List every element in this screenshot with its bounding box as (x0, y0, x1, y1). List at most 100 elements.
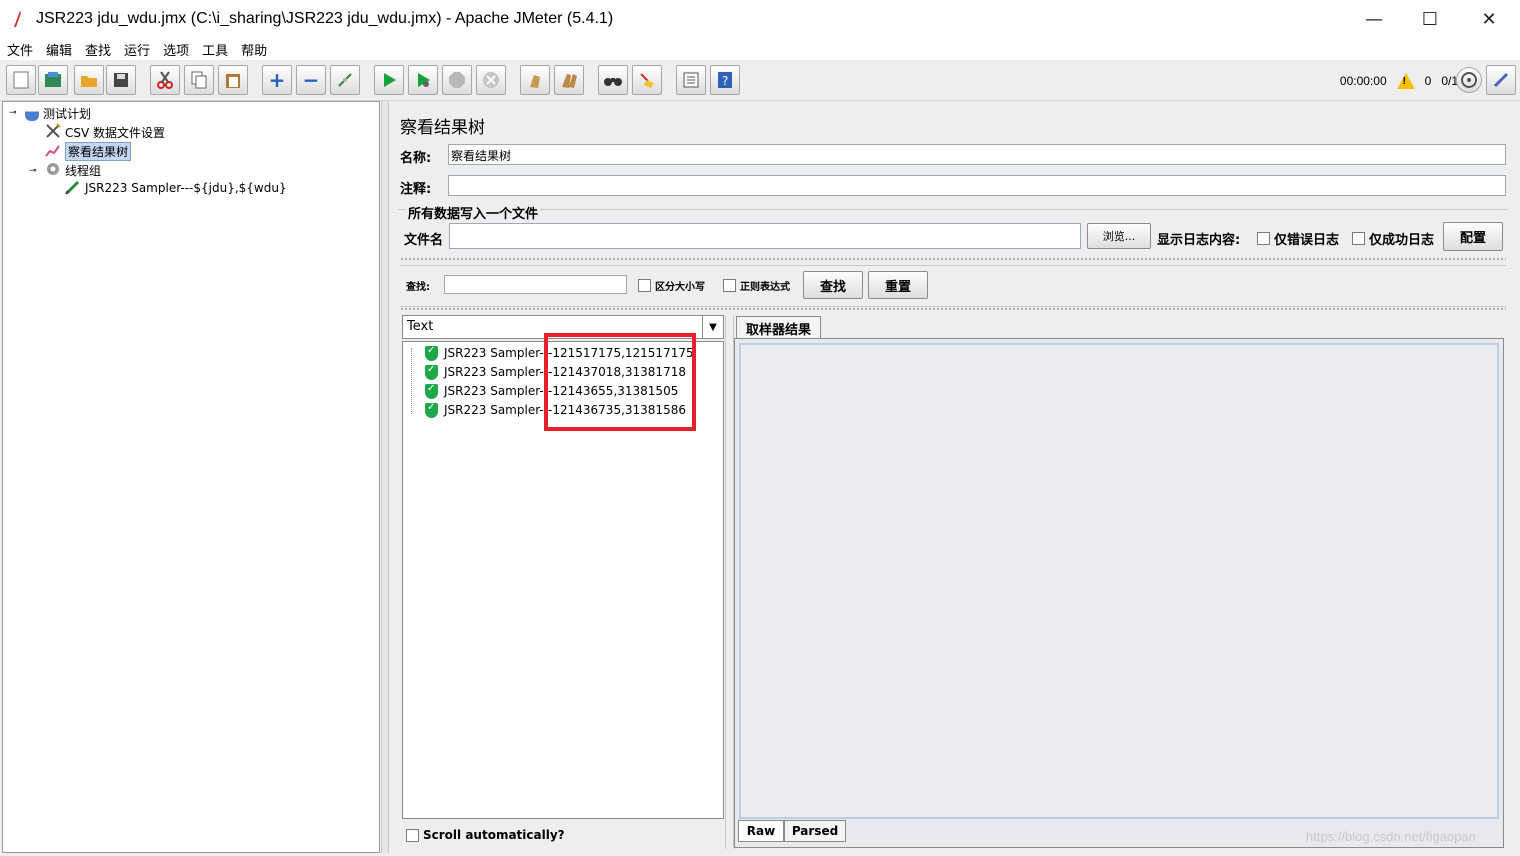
run-status: 00:00:00 ! 0 0/1 (1340, 73, 1458, 89)
tree-item-csv-data-set[interactable]: CSV 数据文件设置 (45, 122, 166, 142)
function-helper-icon[interactable] (676, 65, 706, 95)
chevron-down-icon[interactable]: ▼ (702, 316, 723, 338)
annotation-highlight-box (544, 333, 696, 431)
clear-icon[interactable] (520, 65, 550, 95)
paste-icon[interactable] (218, 65, 248, 95)
svg-text:?: ? (722, 74, 728, 88)
success-only-checkbox[interactable]: 仅成功日志 (1352, 229, 1434, 248)
warning-count: 0 (1424, 74, 1432, 88)
pen-icon (65, 179, 81, 198)
regex-checkbox[interactable]: 正则表达式 (723, 278, 790, 293)
tree-item-label: CSV 数据文件设置 (65, 125, 166, 140)
browse-button[interactable]: 浏览... (1087, 223, 1151, 249)
configure-button[interactable]: 配置 (1443, 222, 1503, 251)
warning-icon[interactable]: ! (1396, 73, 1415, 89)
checkbox-label: 区分大小写 (655, 282, 705, 293)
success-shield-icon (425, 345, 438, 361)
menu-bar: 文件 编辑 查找 运行 选项 工具 帮助 (0, 38, 1520, 60)
open-icon[interactable] (74, 65, 104, 95)
errors-only-checkbox[interactable]: 仅错误日志 (1257, 229, 1339, 248)
checkbox-label: 仅成功日志 (1369, 233, 1435, 248)
gear-icon (45, 161, 61, 180)
tree-item-view-results-tree[interactable]: 察看结果树 (45, 141, 132, 161)
shutdown-icon[interactable] (476, 65, 506, 95)
checkbox-box[interactable] (406, 828, 419, 842)
checkbox-box[interactable] (1352, 232, 1365, 245)
renderer-select-value: Text (407, 319, 434, 334)
filename-field[interactable] (449, 223, 1081, 249)
menu-tools[interactable]: 工具 (195, 40, 234, 59)
tools-icon (45, 122, 61, 142)
log-viewer-icon[interactable] (1486, 65, 1516, 95)
success-shield-icon (425, 402, 438, 418)
watermark: https://blog.csdn.net/figaopan (1306, 829, 1476, 844)
tree-expander-icon[interactable]: ⊸ (29, 166, 37, 176)
search-input[interactable] (444, 275, 627, 294)
templates-icon[interactable] (38, 65, 68, 95)
clear-all-icon[interactable] (554, 65, 584, 95)
tree-item-label: 线程组 (65, 163, 102, 178)
menu-search[interactable]: 查找 (78, 40, 117, 59)
view-results-tree-panel: 察看结果树 名称: 察看结果树 注释: 所有数据写入一个文件 文件名 浏览...… (390, 101, 1520, 853)
checkbox-box[interactable] (723, 279, 736, 292)
name-label: 名称: (400, 151, 432, 166)
name-field[interactable]: 察看结果树 (448, 144, 1506, 165)
chart-icon (45, 142, 61, 161)
checkbox-label: 正则表达式 (740, 282, 790, 293)
flask-icon (25, 105, 39, 121)
reset-button[interactable]: 重置 (868, 271, 928, 299)
results-splitter[interactable] (725, 315, 734, 849)
search-binoculars-icon[interactable] (598, 65, 628, 95)
elapsed-time: 00:00:00 (1339, 74, 1387, 88)
help-icon[interactable]: ? (710, 65, 740, 95)
comment-label: 注释: (400, 182, 432, 197)
minimize-button[interactable]: — (1345, 0, 1403, 38)
checkbox-box[interactable] (1257, 232, 1270, 245)
toggle-icon[interactable] (330, 65, 360, 95)
menu-options[interactable]: 选项 (156, 40, 195, 59)
cut-icon[interactable] (150, 65, 180, 95)
panel-splitter[interactable] (381, 101, 389, 853)
result-detail-content (739, 343, 1499, 819)
remote-status-icon[interactable] (1456, 67, 1482, 93)
new-icon[interactable] (6, 65, 36, 95)
collapse-divider[interactable] (400, 307, 1506, 311)
reset-search-icon[interactable] (632, 65, 662, 95)
tree-guide (411, 348, 413, 414)
close-button[interactable]: ✕ (1460, 0, 1518, 38)
collapse-divider[interactable] (400, 257, 1506, 261)
window-title: JSR223 jdu_wdu.jmx (C:\i_sharing\JSR223 … (36, 10, 614, 27)
tab-raw[interactable]: Raw (738, 820, 784, 842)
start-icon[interactable] (374, 65, 404, 95)
menu-run[interactable]: 运行 (117, 40, 156, 59)
checkbox-label: 仅错误日志 (1274, 233, 1340, 248)
file-section-title: 所有数据写入一个文件 (406, 203, 541, 222)
search-button[interactable]: 查找 (803, 271, 863, 299)
collapse-all-icon[interactable]: − (296, 65, 326, 95)
filename-label: 文件名 (404, 233, 444, 248)
search-label: 查找: (406, 282, 430, 293)
tab-parsed[interactable]: Parsed (784, 820, 846, 842)
scroll-automatically-checkbox[interactable]: Scroll automatically? (406, 828, 565, 842)
stop-icon[interactable] (442, 65, 472, 95)
checkbox-label: Scroll automatically? (423, 828, 565, 842)
tree-item-test-plan[interactable]: 测试计划 (25, 104, 91, 122)
tree-expander-icon[interactable]: ⊸ (9, 108, 19, 118)
checkbox-box[interactable] (638, 279, 651, 292)
menu-help[interactable]: 帮助 (234, 40, 273, 59)
maximize-button[interactable]: ☐ (1401, 0, 1459, 38)
comment-field[interactable] (448, 175, 1506, 196)
success-shield-icon (425, 364, 438, 380)
tree-item-jsr223-sampler[interactable]: JSR223 Sampler---${jdu},${wdu} (65, 179, 287, 197)
jmeter-feather-icon (12, 10, 22, 28)
case-sensitive-checkbox[interactable]: 区分大小写 (638, 278, 705, 293)
copy-icon[interactable] (184, 65, 214, 95)
start-no-pauses-icon[interactable] (408, 65, 438, 95)
menu-file[interactable]: 文件 (0, 40, 39, 59)
tab-sampler-result[interactable]: 取样器结果 (736, 316, 821, 339)
menu-edit[interactable]: 编辑 (39, 40, 78, 59)
save-icon[interactable] (106, 65, 136, 95)
panel-title: 察看结果树 (400, 118, 485, 138)
tree-item-thread-group[interactable]: 线程组 (45, 161, 101, 179)
expand-all-icon[interactable]: + (262, 65, 292, 95)
